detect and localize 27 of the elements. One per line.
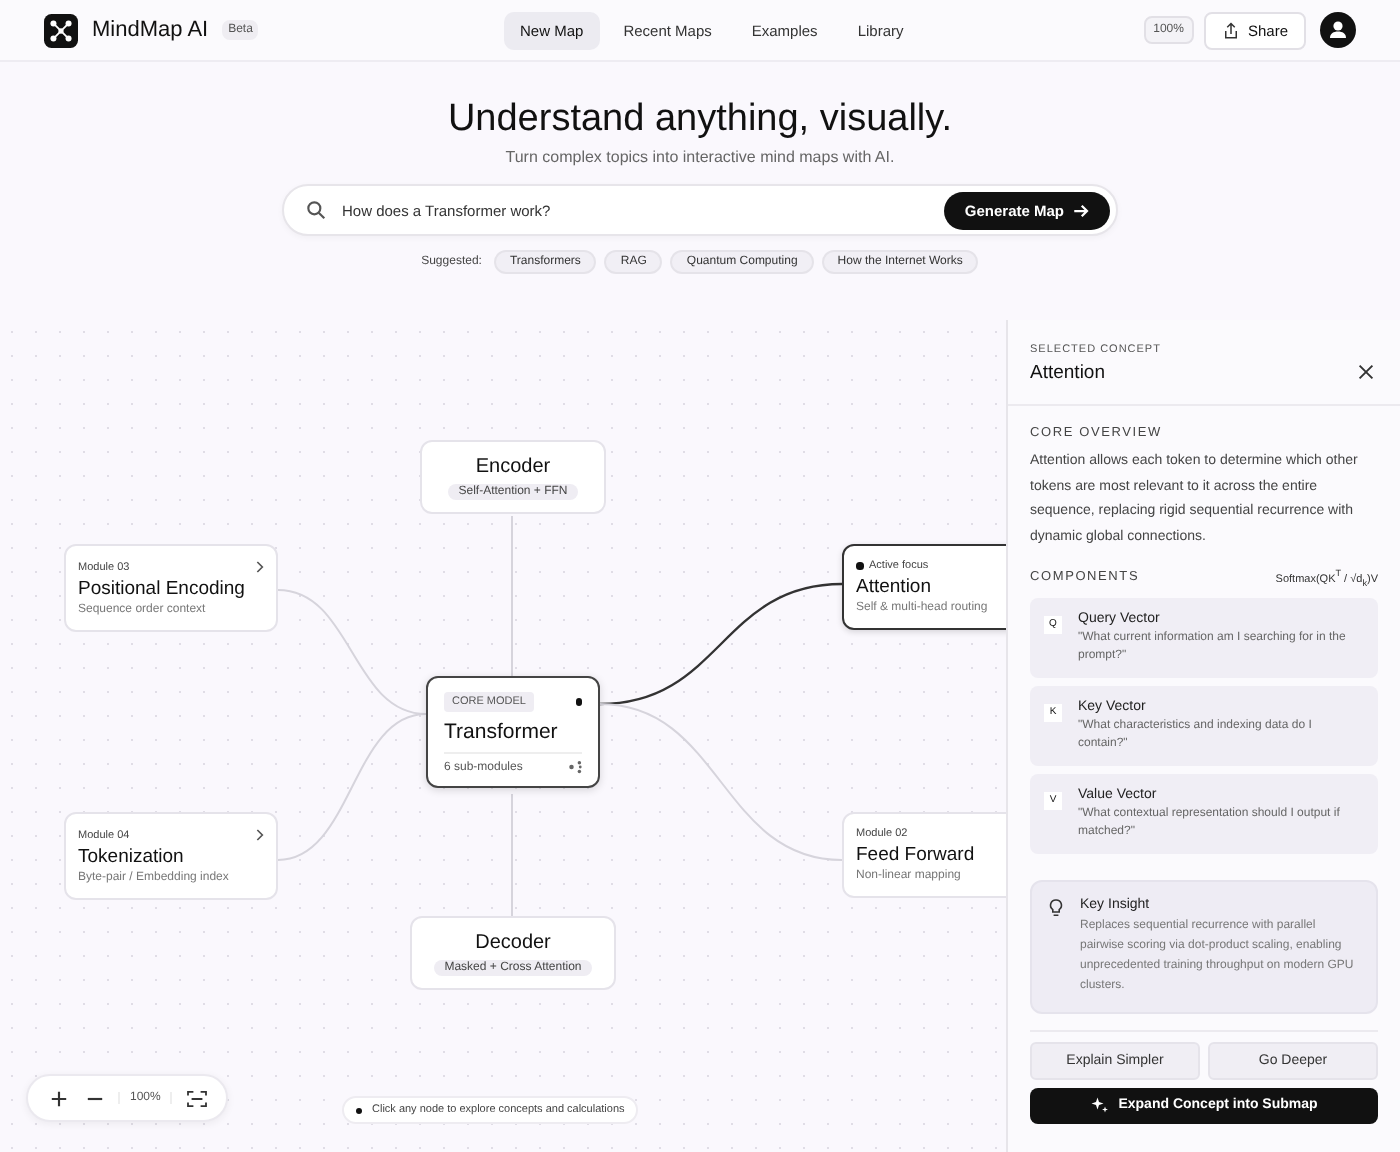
node-title: Positional Encoding xyxy=(78,578,247,600)
zoom-in-button[interactable] xyxy=(46,1086,70,1110)
node-title: Encoder xyxy=(475,456,551,478)
plus-icon xyxy=(49,1089,67,1107)
lightbulb-icon xyxy=(1048,897,1064,918)
share-icon xyxy=(1221,21,1240,39)
arrow-right-icon xyxy=(1072,201,1090,219)
avatar-button[interactable] xyxy=(1320,12,1356,48)
branch-icon xyxy=(568,760,582,774)
panel-title: Attention xyxy=(1030,362,1107,384)
fit-view-button[interactable] xyxy=(184,1086,209,1110)
sparkle-icon xyxy=(1090,1095,1109,1114)
search-icon xyxy=(306,200,326,220)
hero-subtitle: Turn complex topics into interactive mind maps with AI. xyxy=(505,148,895,166)
chevron-icon xyxy=(254,828,264,842)
status-dot-icon xyxy=(575,698,582,706)
fit-view-icon xyxy=(185,1089,208,1107)
brand-name: MindMap AI xyxy=(92,18,209,42)
node-title: Tokenization xyxy=(78,846,186,868)
logo-icon xyxy=(44,13,78,47)
node-title: Feed Forward xyxy=(856,844,977,866)
chevron-icon xyxy=(254,560,264,574)
node-title: Attention xyxy=(856,576,933,598)
status-dot-icon xyxy=(856,562,863,570)
node-title: Transformer xyxy=(444,720,560,744)
hero-title: Understand anything, visually. xyxy=(447,98,953,142)
node-title: Decoder xyxy=(475,932,551,954)
